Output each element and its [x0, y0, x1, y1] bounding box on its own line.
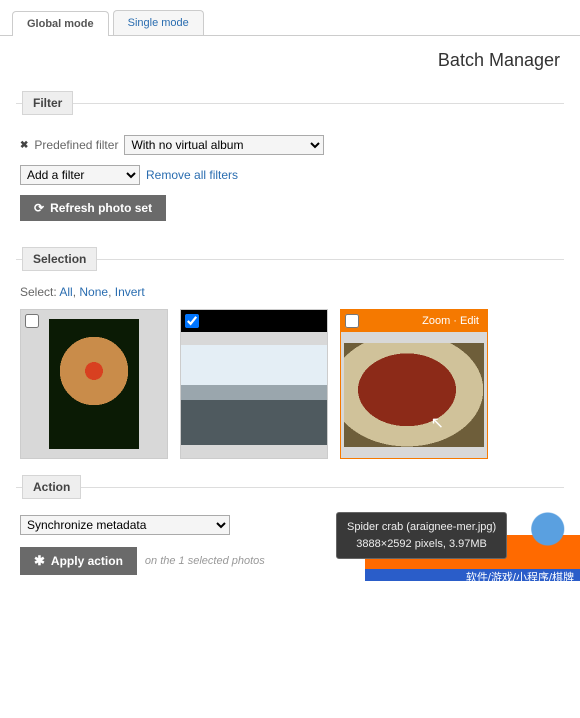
gear-icon: ✱ — [34, 553, 45, 569]
thumbnail-image — [181, 345, 327, 445]
apply-action-button[interactable]: ✱ Apply action — [20, 547, 137, 575]
thumbnail-image — [49, 319, 139, 449]
refresh-label: Refresh photo set — [50, 201, 152, 215]
cursor-icon: ↖ — [431, 413, 444, 433]
remove-filter-icon[interactable]: ✖ — [20, 140, 28, 151]
thumbnail-checkbox[interactable] — [185, 314, 199, 328]
selection-legend: Selection — [22, 247, 97, 271]
select-none-link[interactable]: None — [79, 285, 108, 299]
page-title: Batch Manager — [0, 36, 580, 75]
refresh-photo-set-button[interactable]: ⟳ Refresh photo set — [20, 195, 166, 221]
filter-section: Filter ✖ Predefined filter With no virtu… — [16, 91, 564, 231]
select-all-link[interactable]: All — [59, 285, 72, 299]
tab-single-mode[interactable]: Single mode — [113, 10, 204, 35]
select-invert-link[interactable]: Invert — [115, 285, 145, 299]
filter-legend: Filter — [22, 91, 73, 115]
mode-tabs: Global mode Single mode — [0, 0, 580, 36]
select-label: Select: — [20, 285, 57, 299]
remove-all-filters-link[interactable]: Remove all filters — [146, 168, 238, 182]
thumbnail-image: ↖ — [344, 343, 484, 447]
action-select[interactable]: Synchronize metadata — [20, 515, 230, 535]
selection-section: Selection Select: All, None, Invert Zoom… — [16, 247, 564, 459]
watermark-subtext: 软件/游戏/小程序/棋牌 — [466, 569, 574, 585]
thumbnail-hover-overlay: Zoom · Edit — [341, 310, 487, 332]
thumbnail[interactable] — [20, 309, 168, 459]
thumbnail-checkbox[interactable] — [345, 314, 359, 328]
predefined-filter-label: Predefined filter — [34, 138, 118, 152]
predefined-filter-select[interactable]: With no virtual album — [124, 135, 324, 155]
thumbnail[interactable]: Zoom · Edit ↖ — [340, 309, 488, 459]
add-filter-select[interactable]: Add a filter — [20, 165, 140, 185]
zoom-link[interactable]: Zoom — [422, 315, 450, 327]
tooltip-filename: Spider crab (araignee-mer.jpg) — [347, 519, 496, 536]
apply-action-label: Apply action — [51, 554, 123, 568]
edit-link[interactable]: Edit — [460, 315, 479, 327]
thumbnail[interactable] — [180, 309, 328, 459]
apply-action-note: on the 1 selected photos — [145, 555, 265, 567]
thumbnail-tooltip: Spider crab (araignee-mer.jpg) 3888×2592… — [336, 512, 507, 559]
tab-global-mode[interactable]: Global mode — [12, 11, 109, 36]
thumbnail-checkbox[interactable] — [25, 314, 39, 328]
action-legend: Action — [22, 475, 81, 499]
thumbnail-grid: Zoom · Edit ↖ — [16, 309, 564, 459]
refresh-icon: ⟳ — [34, 202, 44, 214]
thumbnail-overlay — [181, 310, 327, 332]
tooltip-details: 3888×2592 pixels, 3.97MB — [347, 536, 496, 553]
